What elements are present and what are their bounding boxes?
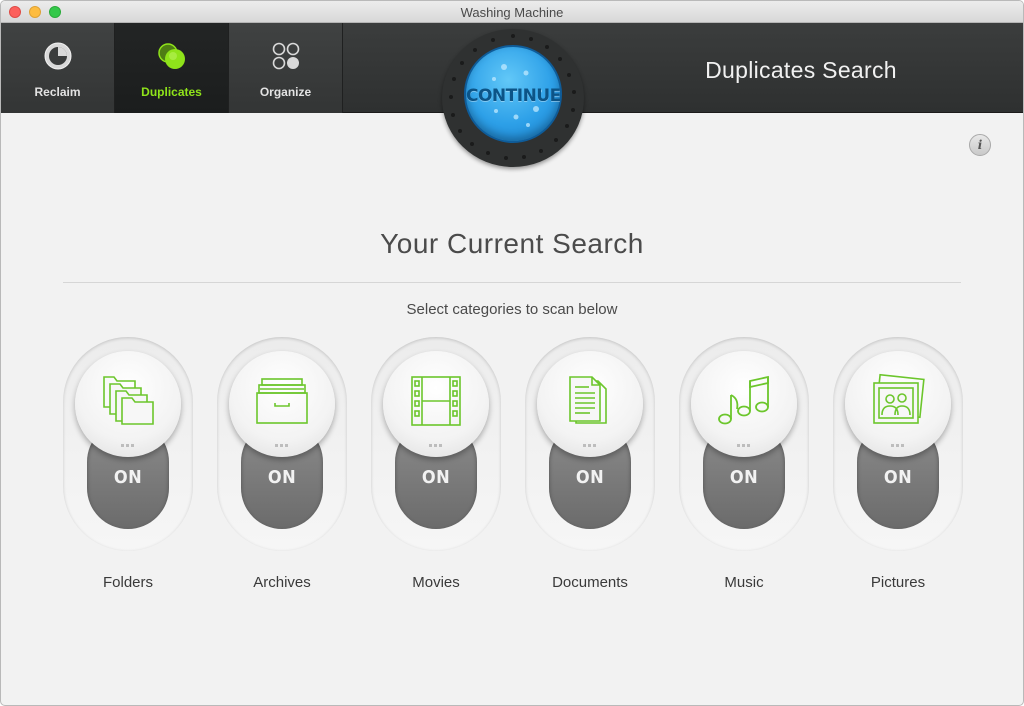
toggle-state-label: ON	[883, 467, 913, 488]
documents-toggle-knob[interactable]	[537, 351, 643, 457]
archives-icon	[256, 378, 308, 424]
continue-button-label: CONTINUE	[466, 86, 561, 106]
toggle-state-label: ON	[575, 467, 605, 488]
grip-dots-icon	[891, 444, 904, 447]
duplicates-icon	[158, 43, 185, 69]
category-label: Documents	[552, 574, 628, 591]
instruction-text: Select categories to scan below	[406, 301, 618, 318]
tab-reclaim[interactable]: Reclaim	[1, 23, 115, 113]
documents-icon	[569, 376, 607, 424]
tab-duplicates[interactable]: Duplicates	[115, 23, 229, 113]
category-label: Pictures	[870, 574, 926, 591]
movies-icon	[411, 376, 461, 426]
toggle-state-label: ON	[113, 467, 143, 488]
folders-icon	[103, 376, 154, 425]
tab-reclaim-label: Reclaim	[34, 85, 81, 99]
pictures-toggle-knob[interactable]	[845, 351, 951, 457]
grip-dots-icon	[429, 444, 442, 447]
music-icon	[718, 375, 769, 425]
movies-toggle-knob[interactable]	[383, 351, 489, 457]
category-label: Folders	[102, 574, 154, 591]
toggle-state-label: ON	[729, 467, 759, 488]
tab-organize[interactable]: Organize	[229, 23, 343, 113]
title-divider	[63, 282, 961, 283]
pictures-icon	[873, 373, 925, 424]
category-movies: ON Movies	[371, 337, 501, 607]
category-pictures: ON Pictures	[833, 337, 963, 607]
window-title: Washing Machine	[460, 5, 564, 20]
grip-dots-icon	[121, 444, 134, 447]
app-window: Washing Machine Reclaim Duplicates Organ…	[0, 0, 1024, 706]
folders-toggle-knob[interactable]	[75, 351, 181, 457]
music-toggle-knob[interactable]	[691, 351, 797, 457]
category-label: Movies	[412, 574, 460, 591]
grip-dots-icon	[737, 444, 750, 447]
archives-toggle-knob[interactable]	[229, 351, 335, 457]
page-title: Your Current Search	[380, 228, 644, 259]
category-archives: ON Archives	[217, 337, 347, 607]
category-label: Archives	[253, 574, 311, 591]
toggle-state-label: ON	[421, 467, 451, 488]
category-documents: ON Documents	[525, 337, 655, 607]
organize-icon	[272, 42, 300, 70]
continue-button[interactable]: CONTINUE	[464, 45, 562, 143]
tab-duplicates-label: Duplicates	[141, 85, 202, 99]
reclaim-icon	[44, 42, 72, 70]
grip-dots-icon	[275, 444, 288, 447]
category-label: Music	[724, 574, 764, 591]
grip-dots-icon	[583, 444, 596, 447]
category-music: ON Music	[679, 337, 809, 607]
toggle-state-label: ON	[267, 467, 297, 488]
tab-organize-label: Organize	[259, 85, 312, 99]
section-title: Duplicates Search	[705, 57, 897, 83]
info-button[interactable]: i	[969, 134, 991, 156]
title-bar: Washing Machine	[1, 1, 1023, 23]
category-folders: ON Folders	[63, 337, 193, 607]
